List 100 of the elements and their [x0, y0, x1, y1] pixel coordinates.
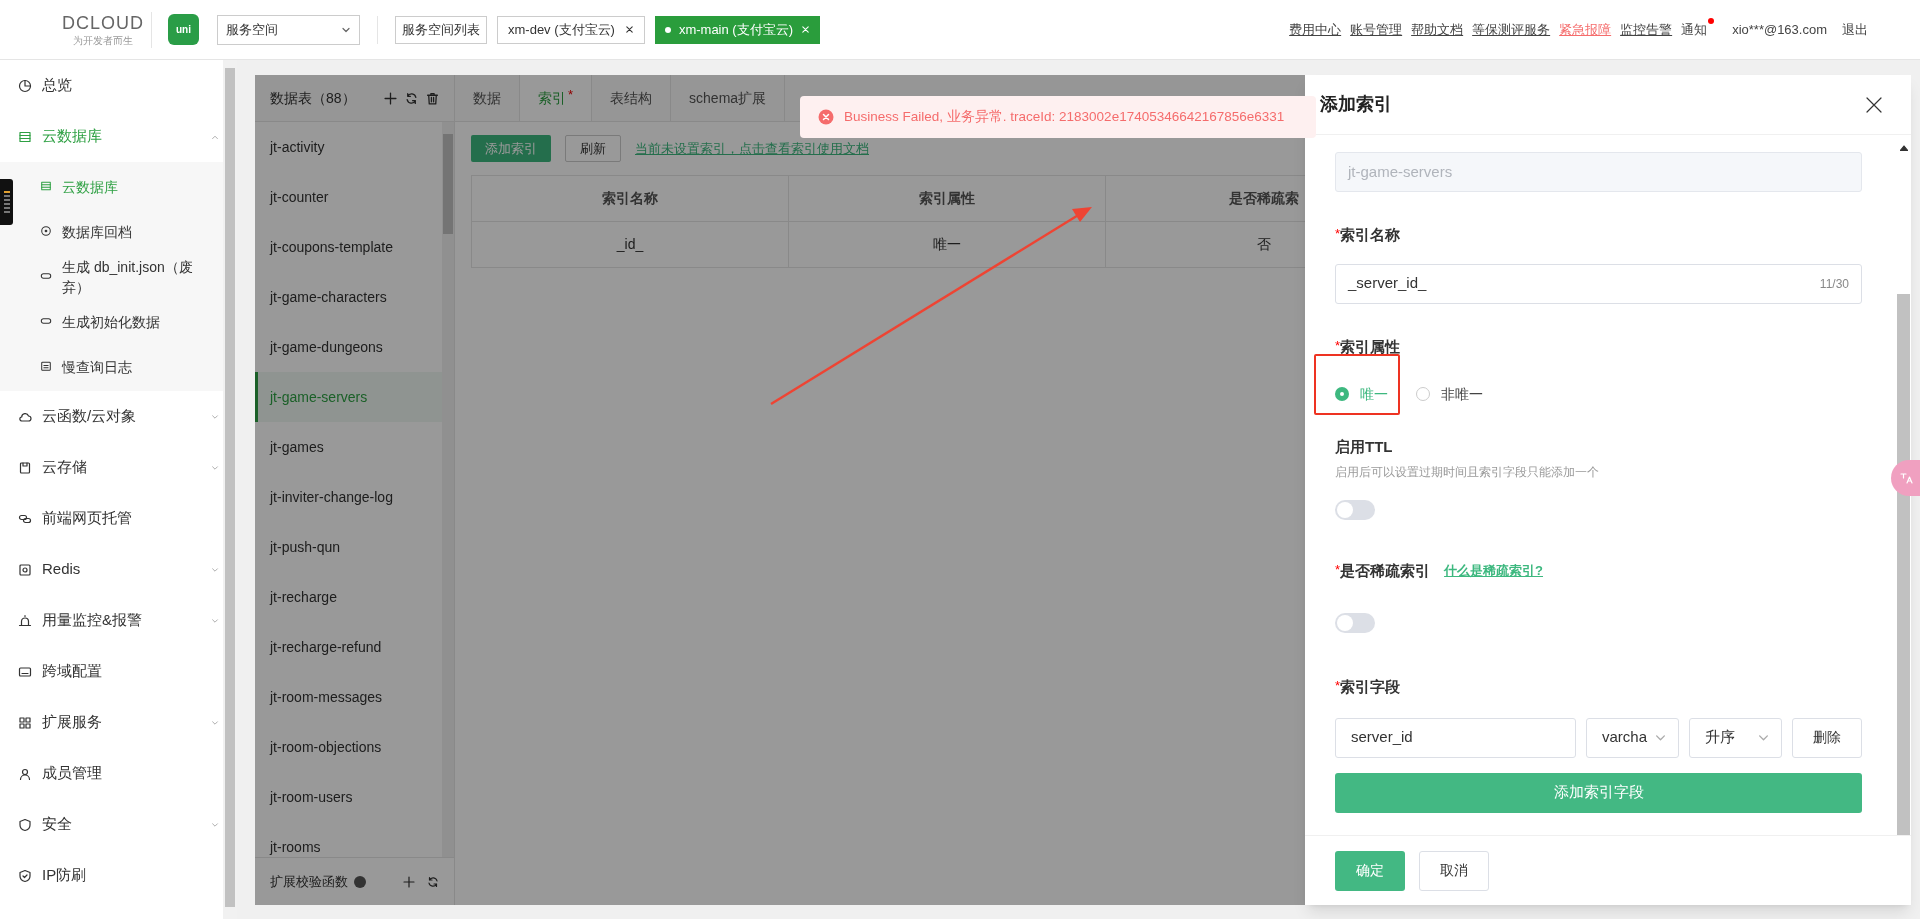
delete-button[interactable]: 删除 — [1792, 717, 1862, 758]
header-link[interactable]: 监控告警 — [1620, 19, 1673, 40]
table-list-item[interactable]: jt-recharge — [255, 572, 442, 622]
required-mark: * — [1335, 225, 1341, 241]
trash-icon[interactable] — [426, 91, 439, 105]
submenu-item[interactable]: 生成初始化数据 — [14, 299, 223, 344]
radio-option[interactable]: 非唯一 — [1416, 383, 1483, 405]
cancel-button[interactable]: 取消 — [1419, 850, 1489, 891]
chevron-icon — [211, 616, 219, 625]
refresh-icon[interactable] — [427, 875, 439, 888]
side-widget-icon[interactable] — [0, 179, 13, 225]
table-cell: _id_ — [472, 222, 789, 268]
refresh-icon[interactable] — [405, 91, 418, 105]
table-list-item[interactable]: jt-game-dungeons — [255, 322, 442, 372]
header-link[interactable]: 账号管理 — [1350, 19, 1403, 40]
field-label: 启用TTL — [1335, 437, 1393, 457]
help-icon — [354, 875, 366, 888]
link-icon — [40, 270, 52, 282]
required-mark: * — [1335, 677, 1341, 693]
table-list-item[interactable]: jt-coupons-template — [255, 222, 442, 272]
hint-text: 启用后可以设置过期时间且索引字段只能添加一个 — [1335, 463, 1600, 481]
document-icon — [40, 360, 52, 372]
order-select[interactable]: 升序 — [1689, 717, 1782, 758]
table-list-item[interactable]: jt-game-characters — [255, 272, 442, 322]
table-list-item[interactable]: jt-room-messages — [255, 672, 442, 722]
submenu-item[interactable]: 慢查询日志 — [14, 344, 223, 389]
table-list-item[interactable]: jt-room-users — [255, 772, 442, 822]
link-icon — [40, 315, 52, 327]
sidebar-item[interactable]: 扩展服务 — [0, 697, 223, 748]
scrollbar[interactable] — [223, 60, 237, 919]
sidebar-item[interactable]: 总览 — [0, 60, 223, 111]
chevron-down-icon — [1655, 732, 1666, 743]
alarm-icon — [18, 613, 32, 628]
space-list-button[interactable]: 服务空间列表 — [395, 15, 487, 44]
table-icon — [40, 180, 52, 192]
character-counter: 11/30 — [1819, 275, 1849, 293]
tab[interactable]: 表结构 — [592, 75, 672, 121]
toggle-switch[interactable] — [1335, 499, 1375, 520]
table-list-item[interactable]: jt-counter — [255, 172, 442, 222]
chevron-icon — [211, 412, 219, 421]
sidebar-item[interactable]: 用量监控&报警 — [0, 595, 223, 646]
plus-icon[interactable] — [403, 875, 415, 888]
header-link[interactable]: 等保测评服务 — [1472, 19, 1551, 40]
submenu-item[interactable]: 数据库回档 — [14, 209, 223, 254]
sidebar-item[interactable]: 云数据库 — [0, 111, 223, 162]
grid-icon — [18, 715, 32, 730]
table-list-item[interactable]: jt-push-qun — [255, 522, 442, 572]
header-link[interactable]: 退出 — [1842, 19, 1868, 40]
sidebar-item[interactable]: 云存储 — [0, 442, 223, 493]
save-icon — [18, 460, 32, 475]
sidebar-item[interactable]: Redis — [0, 544, 223, 595]
account-link[interactable]: xio***@163.com — [1732, 19, 1827, 40]
header-link[interactable]: 通知 — [1681, 19, 1708, 40]
error-icon — [818, 109, 834, 125]
shield-check-icon — [18, 868, 32, 883]
chevron-down-icon — [1758, 732, 1769, 743]
space-tab[interactable]: xm-main (支付宝云) — [654, 15, 820, 44]
refresh-button[interactable]: 刷新 — [565, 135, 621, 162]
table-list-item[interactable]: jt-recharge-refund — [255, 622, 442, 672]
sidebar-item[interactable]: 安全 — [0, 799, 223, 850]
sidebar-item[interactable]: 跨域配置 — [0, 646, 223, 697]
table-list-item[interactable]: jt-inviter-change-log — [255, 472, 442, 522]
drawer-title: 添加索引 — [1320, 93, 1392, 116]
table-list-item[interactable]: jt-activity — [255, 122, 442, 172]
table-list-item[interactable]: jt-games — [255, 422, 442, 472]
toggle-switch[interactable] — [1335, 613, 1375, 633]
chevron-icon — [211, 463, 219, 472]
card-icon — [18, 664, 32, 679]
pie-chart-icon — [18, 78, 32, 93]
space-tab[interactable]: xm-dev (支付宝云) — [497, 15, 645, 44]
space-select[interactable]: 服务空间 — [217, 14, 360, 45]
plus-icon[interactable] — [384, 91, 397, 105]
submenu-item[interactable]: 生成 db_init.json（废弃） — [14, 254, 223, 299]
chevron-icon — [211, 820, 219, 829]
required-mark: * — [1335, 336, 1341, 353]
tab[interactable]: schema扩展 — [671, 75, 786, 121]
sidebar-item[interactable]: 前端网页托管 — [0, 493, 223, 544]
sidebar-item[interactable]: 成员管理 — [0, 748, 223, 799]
footer-label: 扩展校验函数 — [270, 872, 348, 891]
close-icon[interactable] — [1865, 95, 1883, 114]
sidebar-item[interactable]: IP防刷 — [0, 850, 223, 901]
header-link[interactable]: 帮助文档 — [1411, 19, 1464, 40]
table-list-item[interactable]: jt-rooms — [255, 822, 442, 857]
field-label: 是否稀疏索引 — [1340, 560, 1431, 581]
index-name-field[interactable]: _server_id_ 11/30 — [1335, 263, 1862, 304]
scrollbar[interactable] — [442, 122, 454, 857]
chevron-icon — [211, 718, 219, 727]
table-list-title: 数据表（88） — [270, 88, 357, 108]
sidebar-item[interactable]: 云函数/云对象 — [0, 391, 223, 442]
table-list-item[interactable]: jt-room-objections — [255, 722, 442, 772]
target-icon — [40, 225, 52, 237]
header-link[interactable]: 费用中心 — [1289, 19, 1342, 40]
field-label: 索引属性 — [1340, 336, 1401, 357]
type-select[interactable]: varcha — [1586, 717, 1679, 758]
field-name-input[interactable]: server_id — [1335, 717, 1576, 758]
scroll-up-icon — [1899, 145, 1908, 151]
close-icon[interactable] — [624, 25, 634, 34]
user-icon — [18, 766, 32, 781]
required-mark: * — [1335, 560, 1341, 577]
table-icon — [18, 129, 32, 144]
